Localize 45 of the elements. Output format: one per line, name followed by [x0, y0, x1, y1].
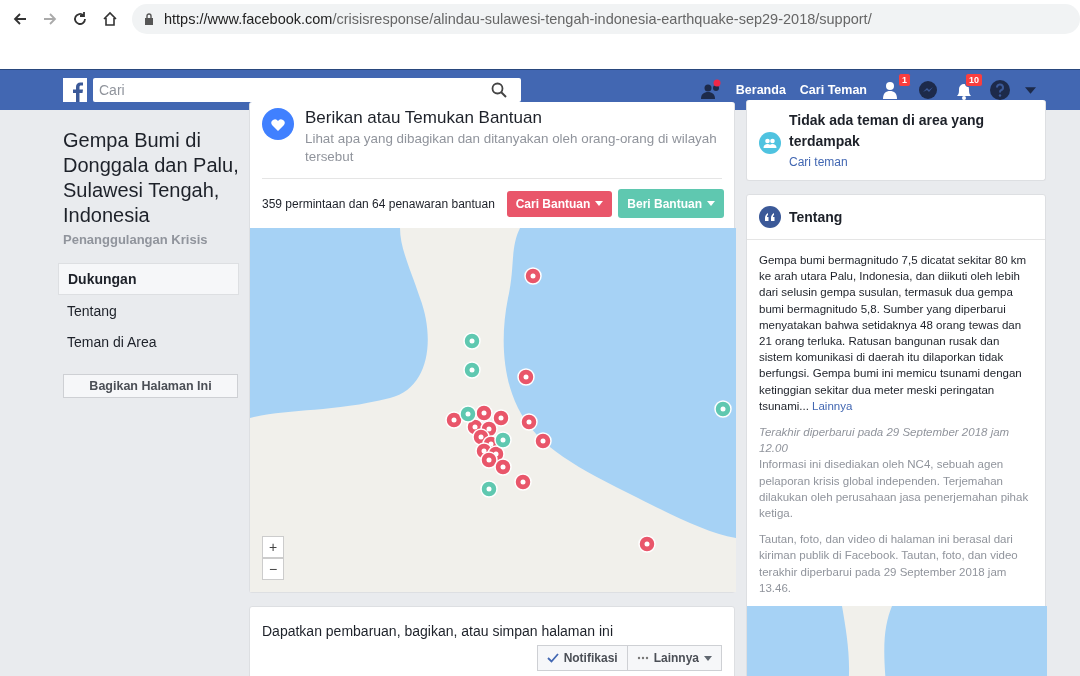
friends-icon [759, 132, 781, 154]
check-icon [546, 653, 559, 663]
back-icon[interactable] [12, 11, 28, 27]
page-subtitle: Penanggulangan Krisis [63, 232, 209, 247]
sidebar-item[interactable]: Dukungan [58, 263, 239, 295]
messenger-icon[interactable] [917, 79, 939, 101]
card-title: Tidak ada teman di area yang terdampak [789, 111, 986, 151]
updated-text: Terakhir diperbarui pada 29 September 2018 jam 12.00 [759, 425, 1011, 457]
notification-badge: 1 [898, 73, 911, 87]
find-friends-link[interactable]: Cari teman [789, 155, 848, 169]
home-icon[interactable] [102, 11, 118, 27]
card-title: Berikan atau Temukan Bantuan [305, 108, 543, 128]
dropdown-button[interactable]: Cari Bantuan [506, 190, 613, 217]
address-bar[interactable]: https://www.facebook.com/crisisresponse/alindau-sulawesi-tengah-indonesia-earthquake-sep29-2018/support/ [132, 4, 1080, 34]
share-button[interactable]: Bagikan Halaman Ini [63, 374, 238, 398]
notification-badge: 10 [965, 73, 983, 87]
note-text: Tautan, foto, dan video di halaman ini berasal dari kiriman publik di Facebook. Tautan, foto, dan video terakhir diperbarui pada 29 September 2018 jam 13.46. [759, 532, 1019, 596]
card-text: Dapatkan pembaruan, bagikan, atau simpan halaman ini [262, 623, 614, 639]
people-icon[interactable] [699, 79, 722, 101]
sidebar-item[interactable]: Tentang [58, 296, 239, 326]
help-icon[interactable] [989, 79, 1011, 101]
quote-icon [759, 206, 781, 228]
facebook-logo[interactable] [63, 78, 87, 102]
caret-icon [704, 655, 712, 661]
caret-icon[interactable] [1025, 86, 1036, 94]
search-icon[interactable] [491, 82, 507, 98]
zoom-out-button[interactable]: − [262, 558, 284, 580]
summary-text: 359 permintaan dan 64 penawaran bantuan [262, 196, 495, 211]
action-button[interactable]: Lainnya [627, 645, 722, 671]
caret-icon [707, 201, 715, 206]
caret-icon [595, 201, 604, 206]
action-button[interactable]: Notifikasi [536, 645, 628, 671]
search-field[interactable]: Cari [93, 78, 521, 102]
zoom-in-button[interactable]: + [262, 536, 284, 558]
more-link[interactable]: Lainnya [812, 399, 853, 412]
description-text: Gempa bumi bermagnitudo 7,5 dicatat sekitar 80 km ke arah utara Palu, Indonesia, dan diikuti oleh lebih dari selusin gempa susulan, termasuk dua gempa bumi bermagnitudo 5,8. Sumber yang diperbarui menyatakan bahwa setidaknya 48 orang tewas dan 21 orang terluka. Ratusan bangunan rusak dan sistem komunikasi di daerah itu dilaporkan tidak berfungsi. Gempa bumi ini memicu tsunami dengan ketinggian sekitar dua meter meski peringatan tsunami... Lainnya [759, 253, 1028, 414]
card-subtitle: Lihat apa yang dibagikan dan ditanyakan oleh orang-orang di wilayah tersebut [305, 130, 718, 166]
source-text: Informasi ini disediakan oleh NC4, sebuah agen pelaporan krisis global independen. Terjemahan dilakukan oleh perusahaan jasa penerjemahan pihak ketiga. [759, 457, 1030, 522]
card-title: Tentang [789, 209, 843, 225]
sidebar-item[interactable]: Teman di Area [58, 327, 239, 357]
nav-link[interactable]: Cari Teman [799, 83, 867, 97]
lock-icon [144, 13, 154, 25]
nav-link[interactable]: Beranda [735, 83, 786, 97]
page-title: Gempa Bumi di Donggala dan Palu, Sulawesi Tengah, Indonesia [63, 128, 239, 228]
reload-icon[interactable] [72, 11, 88, 27]
